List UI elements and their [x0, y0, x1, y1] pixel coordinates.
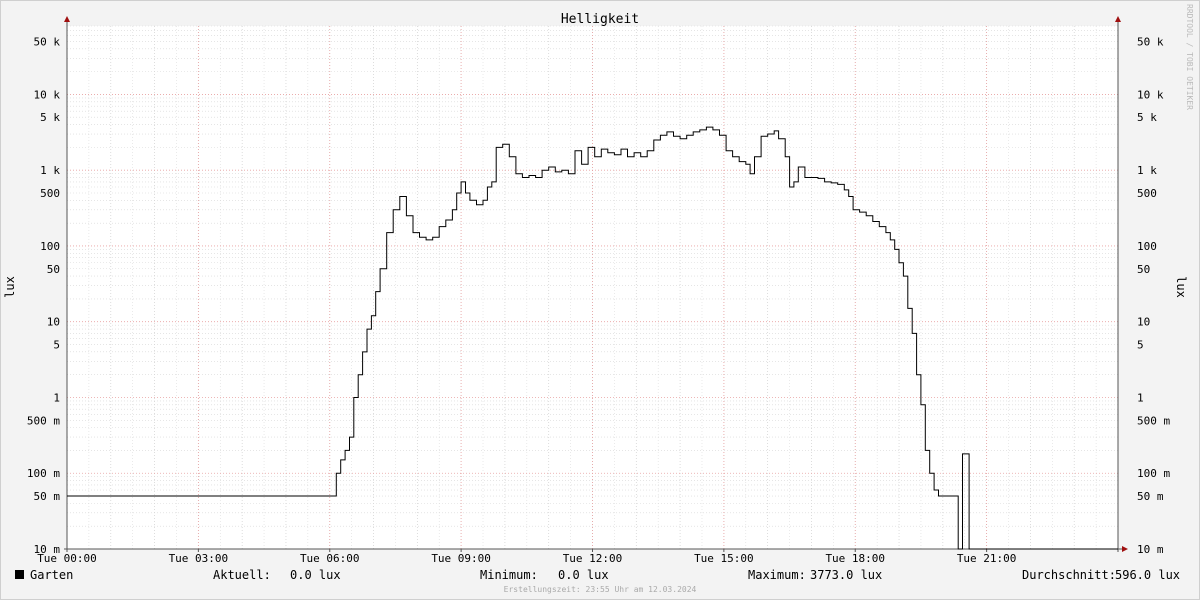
- x-tick-label: Tue 03:00: [169, 552, 229, 565]
- y-tick-label-right: 100: [1137, 240, 1157, 253]
- chart-title: Helligkeit: [561, 12, 639, 27]
- x-tick-label: Tue 18:00: [825, 552, 885, 565]
- y-tick-label-right: 10: [1137, 316, 1150, 329]
- y-tick-label-left: 500: [40, 187, 60, 200]
- y-tick-label-right: 50 k: [1137, 35, 1164, 48]
- x-tick-label: Tue 00:00: [37, 552, 97, 565]
- y-tick-label-right: 10 m: [1137, 543, 1164, 556]
- y-tick-label-right: 50: [1137, 263, 1150, 276]
- x-tick-label: Tue 09:00: [431, 552, 491, 565]
- y-tick-label-left: 50 m: [34, 490, 61, 503]
- y-tick-label-left: 1: [53, 391, 60, 404]
- y-tick-label-right: 5 k: [1137, 111, 1157, 124]
- x-tick-label: Tue 21:00: [957, 552, 1017, 565]
- y-tick-label-left: 10: [47, 316, 60, 329]
- legend-max-value: 3773.0 lux: [810, 568, 882, 582]
- y-tick-label-right: 1: [1137, 391, 1144, 404]
- y-tick-label-left: 10 k: [34, 88, 61, 101]
- y-tick-label-left: 500 m: [27, 414, 60, 427]
- legend-current-value: 0.0 lux: [290, 568, 341, 582]
- legend-min-label: Minimum:: [480, 568, 538, 582]
- y-tick-label-left: 50 k: [34, 35, 61, 48]
- y-tick-label-left: 5 k: [40, 111, 60, 124]
- y-tick-label-left: 5: [53, 339, 60, 352]
- y-tick-label-right: 1 k: [1137, 164, 1157, 177]
- x-tick-label: Tue 15:00: [694, 552, 754, 565]
- y-tick-label-left: 50: [47, 263, 60, 276]
- rrd-graph: 50 k 10 k 5 k 1 k 500 100 50 10 5 1 500 m 100 m 50 m…: [0, 0, 1200, 600]
- legend-current-label: Aktuell:: [213, 568, 271, 582]
- watermark: RRDTOOL / TOBI OETIKER: [1185, 4, 1194, 110]
- legend-max-label: Maximum:: [748, 568, 806, 582]
- legend-avg-value: 596.0 lux: [1115, 568, 1180, 582]
- legend-series-name: Garten: [30, 568, 73, 582]
- y-axis-label-right: lux: [1174, 276, 1188, 298]
- y-tick-label-right: 100 m: [1137, 467, 1170, 480]
- legend-avg-label: Durchschnitt:: [1022, 568, 1116, 582]
- legend-min-value: 0.0 lux: [558, 568, 609, 582]
- y-tick-label-right: 500: [1137, 187, 1157, 200]
- y-tick-label-right: 10 k: [1137, 88, 1164, 101]
- x-tick-label: Tue 12:00: [563, 552, 623, 565]
- y-tick-label-right: 500 m: [1137, 414, 1170, 427]
- y-tick-label-right: 5: [1137, 339, 1144, 352]
- y-tick-label-left: 100: [40, 240, 60, 253]
- chart-page: 50 k 10 k 5 k 1 k 500 100 50 10 5 1 500 m 100 m 50 m…: [0, 0, 1200, 600]
- created-timestamp: Erstellungszeit: 23:55 Uhr am 12.03.2024: [504, 585, 697, 594]
- y-tick-label-left: 1 k: [40, 164, 60, 177]
- y-tick-label-left: 100 m: [27, 467, 60, 480]
- y-tick-label-right: 50 m: [1137, 490, 1164, 503]
- legend-swatch-garten: [15, 570, 24, 579]
- x-tick-label: Tue 06:00: [300, 552, 360, 565]
- y-axis-label-left: lux: [3, 276, 17, 298]
